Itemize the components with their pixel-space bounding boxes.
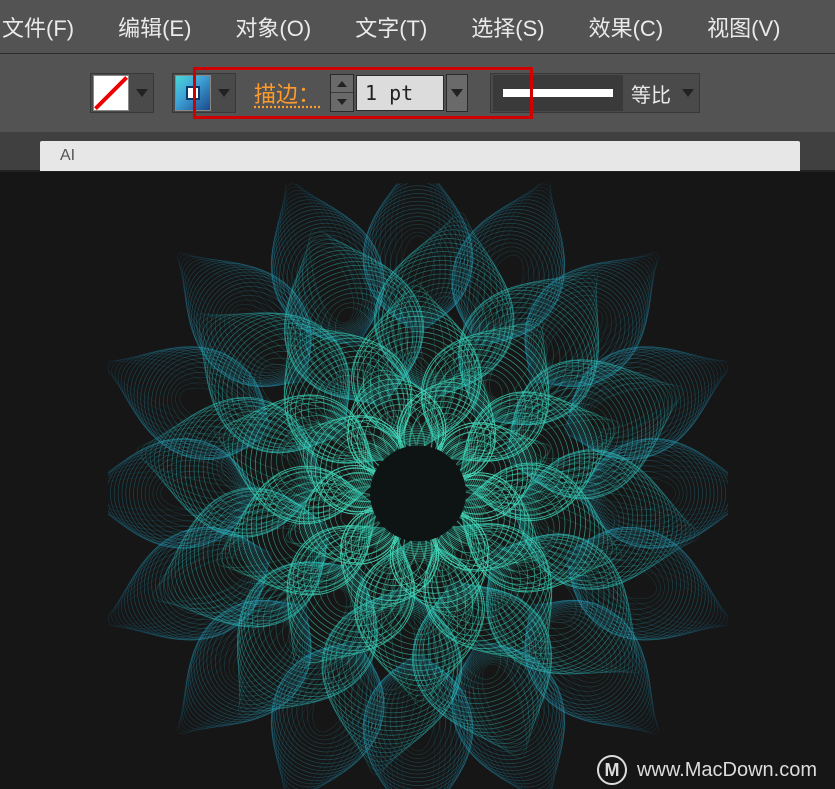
menu-select[interactable]: 选择(S) bbox=[449, 11, 566, 43]
document-tab-bar: AI bbox=[0, 132, 835, 172]
menu-edit[interactable]: 编辑(E) bbox=[96, 11, 213, 43]
canvas-area[interactable] bbox=[0, 172, 835, 789]
watermark: M www.MacDown.com bbox=[597, 755, 817, 785]
fill-dropdown-arrow-icon[interactable] bbox=[131, 75, 153, 111]
watermark-logo-icon: M bbox=[597, 755, 627, 785]
stroke-decrease-icon[interactable] bbox=[331, 93, 353, 111]
menu-file[interactable]: 文件(F) bbox=[0, 11, 96, 43]
profile-dropdown-arrow-icon[interactable] bbox=[677, 75, 699, 111]
stroke-label[interactable]: 描边： bbox=[254, 77, 320, 109]
menu-object[interactable]: 对象(O) bbox=[213, 11, 333, 43]
stroke-weight-spinner bbox=[330, 74, 354, 112]
profile-label: 等比 bbox=[631, 79, 671, 108]
menu-bar: 文件(F) 编辑(E) 对象(O) 文字(T) 选择(S) 效果(C) 视图(V… bbox=[0, 0, 835, 54]
document-tab-title: AI bbox=[60, 147, 75, 165]
document-tab[interactable]: AI bbox=[40, 141, 800, 171]
flower-artwork bbox=[108, 183, 728, 789]
control-toolbar: 描边： 1 pt 等比 bbox=[0, 54, 835, 132]
fill-swatch-none-icon[interactable] bbox=[93, 75, 129, 111]
menu-type[interactable]: 文字(T) bbox=[333, 11, 449, 43]
stroke-swatch-dropdown-arrow-icon[interactable] bbox=[213, 75, 235, 111]
watermark-text: www.MacDown.com bbox=[637, 759, 817, 782]
stroke-increase-icon[interactable] bbox=[331, 75, 353, 93]
fill-swatch-group bbox=[90, 73, 154, 113]
stroke-weight-input[interactable]: 1 pt bbox=[356, 75, 444, 111]
variable-width-profile-group: 等比 bbox=[490, 73, 700, 113]
stroke-swatch-group bbox=[172, 73, 236, 113]
stroke-weight-dropdown-arrow-icon[interactable] bbox=[446, 74, 468, 112]
menu-view[interactable]: 视图(V) bbox=[685, 11, 802, 43]
stroke-swatch-gradient-icon[interactable] bbox=[175, 75, 211, 111]
profile-preview-icon[interactable] bbox=[493, 75, 623, 111]
menu-effect[interactable]: 效果(C) bbox=[567, 11, 686, 43]
